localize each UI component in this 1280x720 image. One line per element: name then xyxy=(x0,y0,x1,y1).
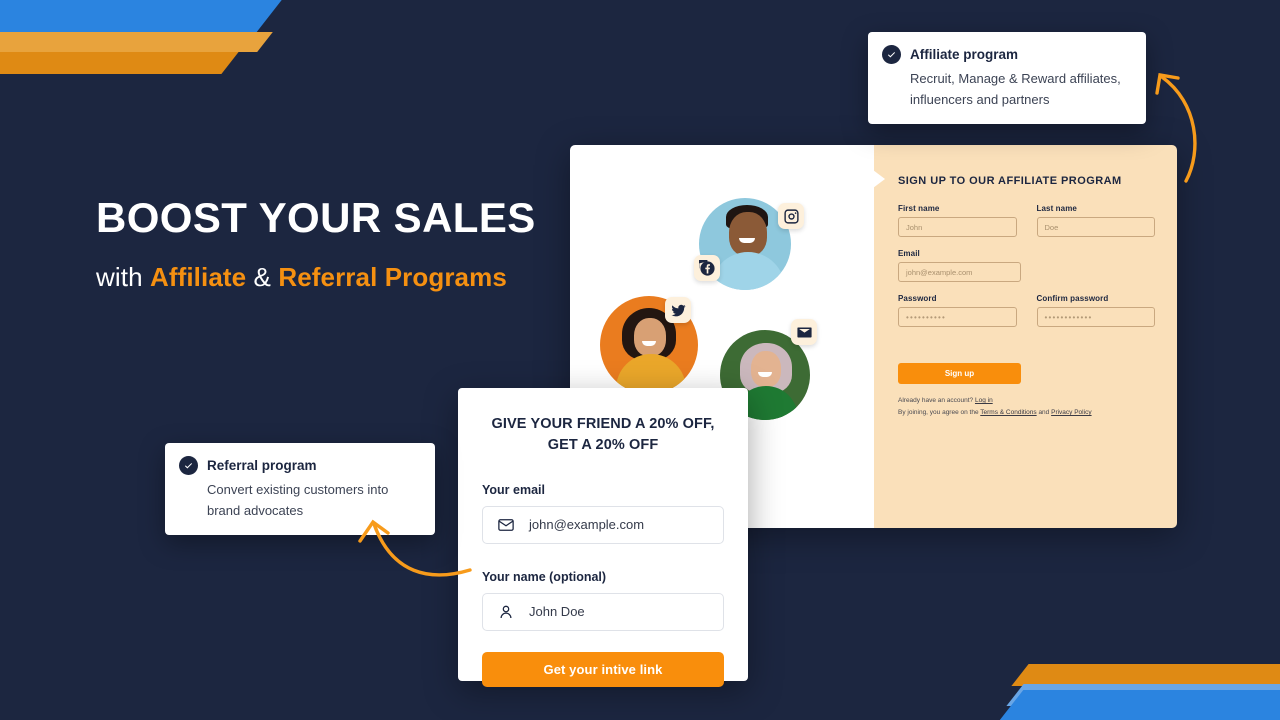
last-name-field-group: Last name Doe xyxy=(1036,204,1155,237)
callout-affiliate-header: Affiliate program xyxy=(882,45,1130,64)
referral-email-label: Your email xyxy=(482,482,545,497)
confirm-password-label: Confirm password xyxy=(1036,294,1109,303)
twitter-icon xyxy=(665,297,691,323)
get-invite-link-button[interactable]: Get your intive link xyxy=(482,651,724,687)
user-icon xyxy=(500,605,512,619)
referral-card-title: GIVE YOUR FRIEND A 20% OFF, GET A 20% OF… xyxy=(482,414,724,457)
sign-up-button[interactable]: Sign up xyxy=(898,363,1021,384)
instagram-icon xyxy=(778,203,804,229)
check-circle-icon xyxy=(882,45,901,64)
hero-subtitle-amp: & xyxy=(246,262,279,293)
email-field-group: Email john@example.com xyxy=(898,249,1021,282)
referral-title-line2: GET A 20% OFF xyxy=(547,437,659,454)
referral-name-input[interactable]: John Doe xyxy=(482,592,724,631)
password-fields-row: Password •••••••••• Confirm password •••… xyxy=(898,294,1155,339)
referral-name-value: John Doe xyxy=(529,604,585,620)
privacy-policy-link[interactable]: Privacy Policy xyxy=(1051,409,1091,416)
last-name-input[interactable]: Doe xyxy=(1036,217,1155,237)
terms-middle: and xyxy=(1036,409,1052,417)
callout-affiliate-program: Affiliate program Recruit, Manage & Rewa… xyxy=(868,32,1146,125)
arrow-to-affiliate-callout xyxy=(1155,73,1197,183)
referral-email-value: john@example.com xyxy=(529,517,645,533)
panel-pointer-triangle xyxy=(873,170,885,188)
existing-account-text: Already have an account? xyxy=(898,397,975,404)
decor-bottom-right-blue-light-band xyxy=(1006,684,1280,706)
decor-bottom-right-blue-band xyxy=(996,690,1280,720)
existing-account-line: Already have an account? Log in xyxy=(898,395,1155,407)
email-icon xyxy=(791,319,817,345)
terms-line: By joining, you agree on the Terms & Con… xyxy=(898,407,1155,419)
password-input[interactable]: •••••••••• xyxy=(898,307,1017,327)
page-title: BOOST YOUR SALES xyxy=(96,194,536,241)
terms-conditions-link[interactable]: Terms & Conditions xyxy=(980,409,1036,416)
signup-panel-title: SIGN UP TO OUR AFFILIATE PROGRAM xyxy=(898,175,1122,187)
hero-subtitle-with: with xyxy=(96,262,150,293)
signup-legal-block: Already have an account? Log in By joini… xyxy=(898,395,1155,419)
hero-subtitle: with Affiliate & Referral Programs xyxy=(96,262,536,293)
hero-subtitle-affiliate: Affiliate xyxy=(149,262,247,293)
decor-top-left-orange-light-band xyxy=(0,32,273,52)
arrow-to-referral-card xyxy=(358,519,472,577)
last-name-label: Last name xyxy=(1036,204,1077,213)
first-name-label: First name xyxy=(898,204,940,213)
first-name-field-group: First name John xyxy=(898,204,1017,237)
password-field-group: Password •••••••••• xyxy=(898,294,1017,327)
hero-text-block: BOOST YOUR SALES with Affiliate & Referr… xyxy=(96,194,536,293)
email-input[interactable]: john@example.com xyxy=(898,262,1021,282)
password-label: Password xyxy=(898,294,937,303)
name-fields-row: First name John Last name Doe xyxy=(898,204,1155,249)
referral-email-input[interactable]: john@example.com xyxy=(482,505,724,544)
first-name-input[interactable]: John xyxy=(898,217,1017,237)
hero-subtitle-referral: Referral Programs xyxy=(278,262,507,293)
callout-referral-header: Referral program xyxy=(179,456,419,475)
callout-referral-title: Referral program xyxy=(207,458,317,473)
envelope-icon xyxy=(498,519,514,531)
callout-affiliate-body: Recruit, Manage & Reward affiliates, inf… xyxy=(910,71,1121,107)
log-in-link[interactable]: Log in xyxy=(975,397,993,404)
email-label: Email xyxy=(898,249,920,258)
decor-top-left-blue-band xyxy=(0,0,284,32)
referral-name-label: Your name (optional) xyxy=(482,569,607,584)
callout-affiliate-title: Affiliate program xyxy=(910,47,1019,62)
check-circle-icon xyxy=(179,456,198,475)
referral-title-line1: GIVE YOUR FRIEND A 20% OFF, xyxy=(491,416,715,432)
confirm-password-field-group: Confirm password •••••••••••• xyxy=(1036,294,1155,327)
terms-prefix: By joining, you agree on the xyxy=(898,409,981,417)
decor-top-left-orange-dark-band xyxy=(0,52,239,74)
referral-invite-card: GIVE YOUR FRIEND A 20% OFF, GET A 20% OF… xyxy=(458,388,748,687)
decor-bottom-right-orange-band xyxy=(1011,664,1280,686)
confirm-password-input[interactable]: •••••••••••• xyxy=(1036,307,1155,327)
signup-panel: SIGN UP TO OUR AFFILIATE PROGRAM First n… xyxy=(873,145,1177,528)
facebook-icon xyxy=(694,255,720,281)
